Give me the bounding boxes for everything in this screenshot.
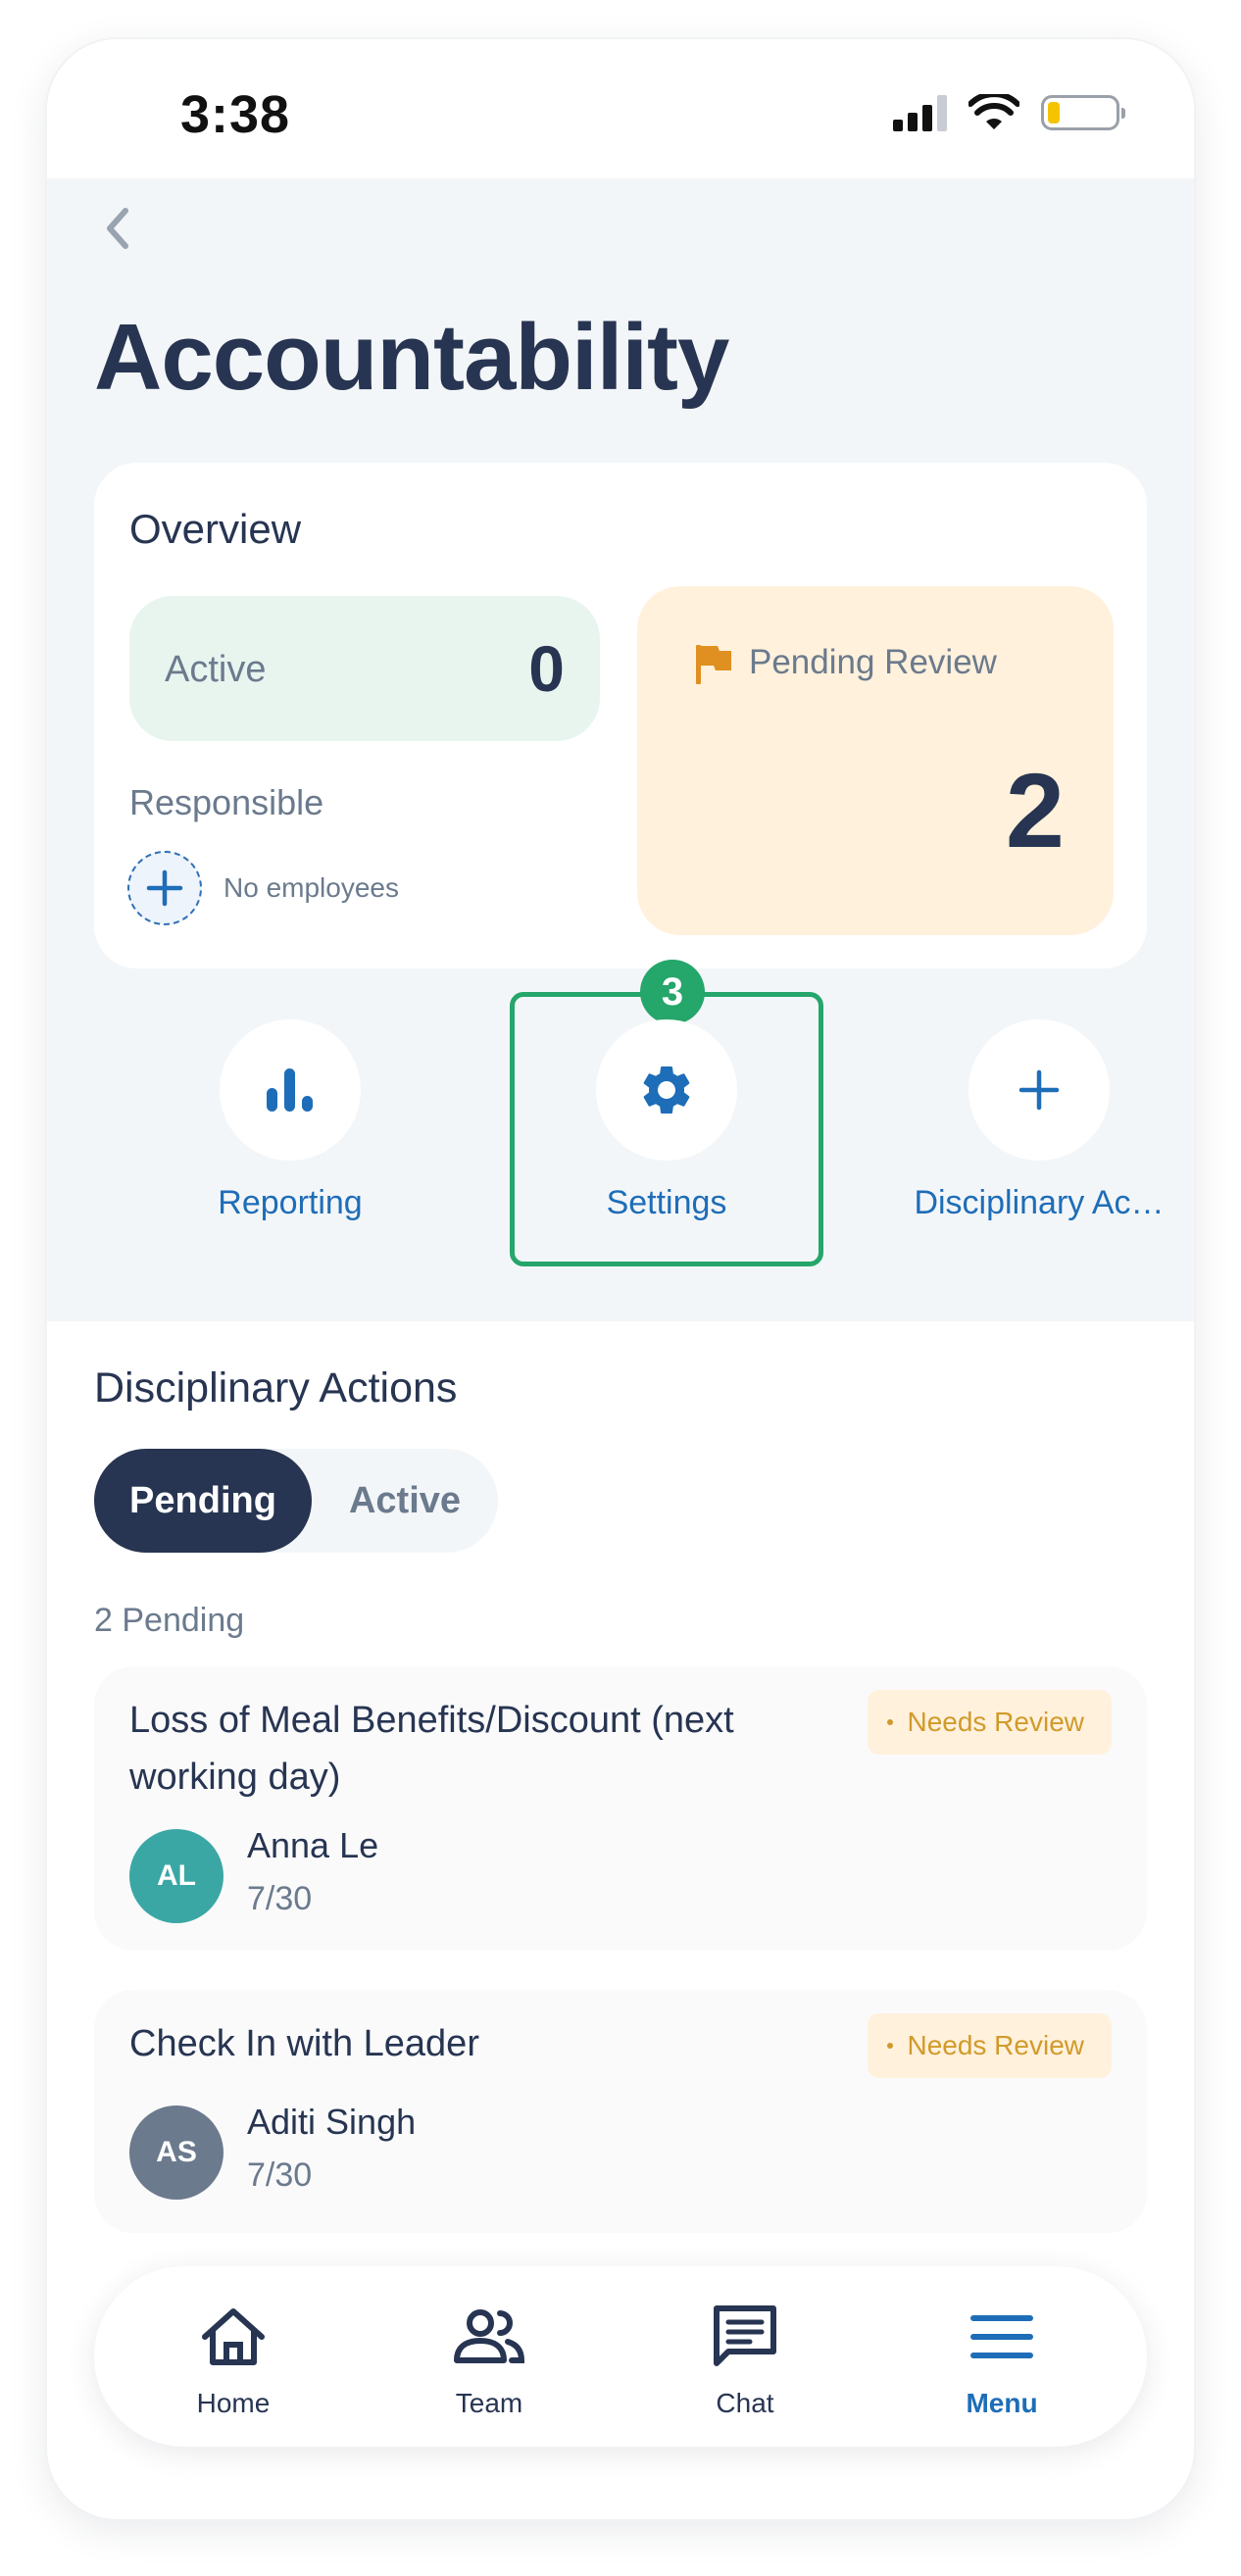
dot-icon xyxy=(887,1719,894,1725)
status-badge-label: Needs Review xyxy=(907,2030,1084,2060)
chat-icon xyxy=(714,2305,776,2366)
no-employees-text: No employees xyxy=(223,872,399,903)
section-title: Disciplinary Actions xyxy=(94,1364,458,1412)
avatar: AL xyxy=(129,1829,223,1923)
item-title: Check In with Leader xyxy=(129,2023,479,2064)
employee-name: Aditi Singh xyxy=(247,2102,417,2142)
add-responsible-button[interactable] xyxy=(127,851,202,925)
disciplinary-action-add[interactable]: Disciplinary Ac… xyxy=(882,992,1194,1266)
bar-chart-icon xyxy=(267,1068,313,1112)
settings-action[interactable]: 3 Settings xyxy=(510,960,823,1266)
team-icon xyxy=(454,2309,525,2363)
header-area: Accountability Overview Active 0 Respons… xyxy=(47,178,1194,1321)
responsible-label: Responsible xyxy=(129,782,324,822)
nav-menu[interactable]: Menu xyxy=(904,2266,1100,2447)
reporting-action[interactable]: Reporting xyxy=(133,992,447,1266)
home-icon xyxy=(202,2308,265,2365)
settings-badge: 3 xyxy=(640,960,705,1024)
active-count-pill[interactable]: Active 0 xyxy=(129,596,600,741)
gear-icon xyxy=(643,1066,690,1114)
nav-menu-label: Menu xyxy=(966,2388,1038,2418)
status-bar: 3:38 xyxy=(47,39,1194,178)
status-badge: Needs Review xyxy=(868,1690,1112,1755)
status-time: 3:38 xyxy=(180,85,291,144)
reporting-label: Reporting xyxy=(218,1184,363,1221)
employee-name: Anna Le xyxy=(247,1825,379,1865)
avatar: AS xyxy=(129,2105,223,2200)
signal-icon xyxy=(893,94,947,131)
item-title: Loss of Meal Benefits/Discount (next wor… xyxy=(129,1700,734,1798)
pending-review-card[interactable]: Pending Review 2 xyxy=(637,586,1114,935)
add-disciplinary-button[interactable] xyxy=(968,1019,1110,1161)
status-badge: Needs Review xyxy=(868,2013,1112,2078)
wifi-icon xyxy=(968,94,1019,129)
nav-home-label: Home xyxy=(196,2388,271,2418)
nav-team-label: Team xyxy=(455,2388,523,2418)
page-title: Accountability xyxy=(94,305,729,410)
quick-actions: Reporting 3 Settings Disciplinary Ac… xyxy=(47,960,1194,1266)
list-item[interactable]: Check In with Leader Needs Review AS Adi… xyxy=(94,1990,1147,2233)
nav-team[interactable]: Team xyxy=(391,2266,587,2447)
reporting-button[interactable] xyxy=(220,1019,361,1161)
nav-chat[interactable]: Chat xyxy=(647,2266,843,2447)
status-tabs: Pending Active xyxy=(94,1449,498,1553)
overview-card: Overview Active 0 Responsible No employe… xyxy=(94,463,1147,968)
overview-title: Overview xyxy=(129,506,302,552)
active-value: 0 xyxy=(528,632,565,705)
bottom-nav: Home Team Chat Menu xyxy=(94,2266,1147,2447)
battery-icon xyxy=(1041,95,1125,130)
pending-review-label: Pending Review xyxy=(749,643,997,681)
tab-active[interactable]: Active xyxy=(312,1449,498,1553)
back-button[interactable] xyxy=(90,202,143,255)
status-icons xyxy=(893,94,1125,131)
disciplinary-action-label: Disciplinary Ac… xyxy=(914,1184,1165,1221)
settings-button[interactable] xyxy=(596,1019,737,1161)
nav-home[interactable]: Home xyxy=(135,2266,331,2447)
item-date: 7/30 xyxy=(247,1880,313,1917)
list-item[interactable]: Loss of Meal Benefits/Discount (next wor… xyxy=(94,1666,1147,1951)
flag-icon xyxy=(696,645,731,684)
chevron-left-icon xyxy=(107,208,128,249)
dot-icon xyxy=(887,2043,894,2049)
settings-label: Settings xyxy=(606,1184,727,1221)
menu-icon xyxy=(970,2315,1033,2358)
item-date: 7/30 xyxy=(247,2156,313,2194)
nav-chat-label: Chat xyxy=(716,2388,774,2418)
status-badge-label: Needs Review xyxy=(907,1707,1084,1737)
active-label: Active xyxy=(165,649,267,690)
tab-pending[interactable]: Pending xyxy=(94,1449,312,1553)
plus-icon xyxy=(146,869,183,907)
pending-count: 2 Pending xyxy=(94,1602,245,1639)
phone-screen: 3:38 Accountability Overview Active 0 Re… xyxy=(47,39,1194,2519)
pending-review-value: 2 xyxy=(1005,751,1065,869)
plus-icon xyxy=(1018,1069,1060,1111)
